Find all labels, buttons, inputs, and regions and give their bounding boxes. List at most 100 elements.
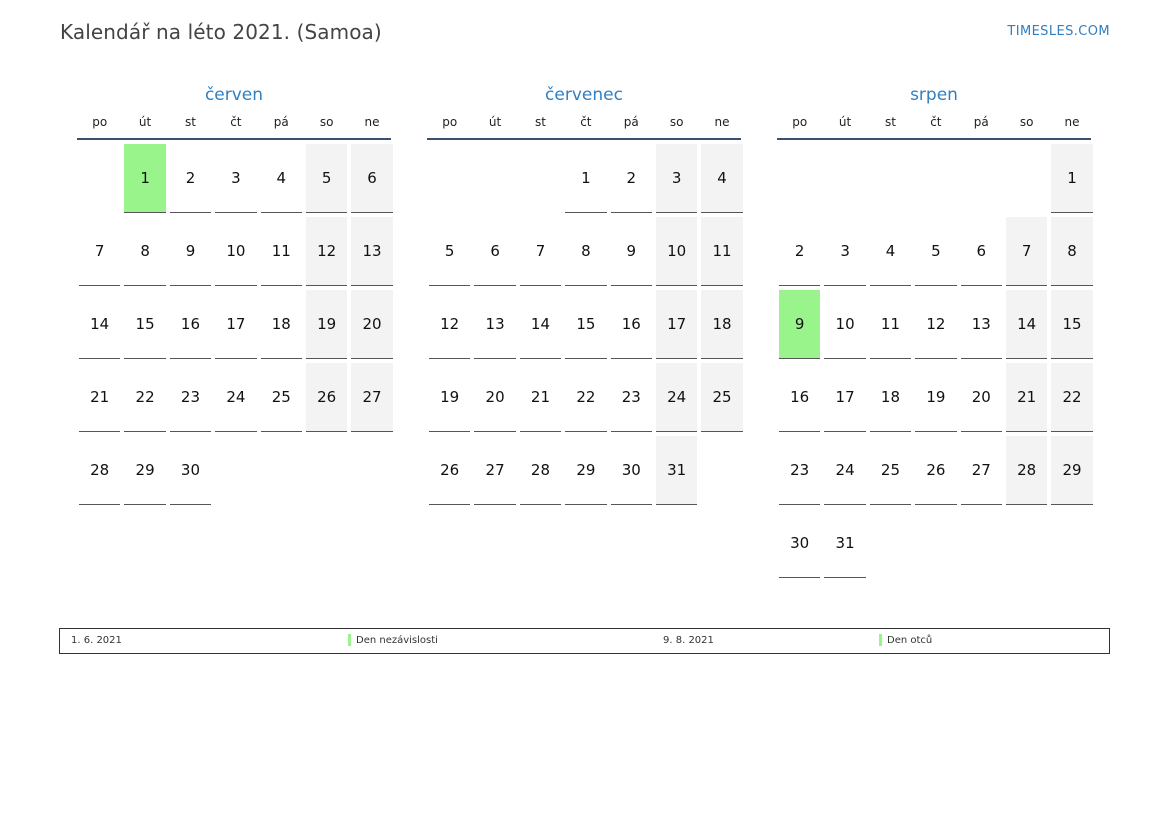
day-cell[interactable]: 15 (1051, 290, 1093, 359)
day-cell[interactable]: 3 (655, 144, 698, 213)
day-cell[interactable]: 21 (1005, 363, 1048, 432)
day-cell[interactable]: 19 (429, 363, 471, 432)
day-cell[interactable]: 6 (351, 144, 393, 213)
day-cell[interactable]: 27 (960, 436, 1002, 505)
day-cell[interactable]: 2 (779, 217, 821, 286)
day-cell[interactable]: 5 (305, 144, 348, 213)
day-cell[interactable]: 9 (610, 217, 652, 286)
day-cell[interactable]: 1 (1051, 144, 1093, 213)
brand-link[interactable]: TIMESLES.COM (1007, 24, 1110, 39)
day-cell[interactable]: 7 (79, 217, 121, 286)
day-cell[interactable]: 27 (474, 436, 516, 505)
day-cell[interactable]: 20 (351, 290, 393, 359)
day-cell[interactable]: 23 (169, 363, 212, 432)
day-cell[interactable]: 26 (305, 363, 348, 432)
day-cell[interactable]: 3 (824, 217, 866, 286)
empty-cell (915, 144, 956, 213)
day-cell[interactable]: 12 (305, 217, 348, 286)
day-cell[interactable]: 25 (701, 363, 743, 432)
holiday-day-cell[interactable]: 1 (124, 144, 166, 213)
day-cell[interactable]: 2 (169, 144, 212, 213)
weekday-label: po (92, 115, 108, 129)
day-cell[interactable]: 8 (124, 217, 166, 286)
day-cell[interactable]: 22 (1051, 363, 1093, 432)
day-cell[interactable]: 31 (824, 509, 866, 578)
day-cell[interactable]: 10 (215, 217, 257, 286)
day-cell[interactable]: 19 (305, 290, 348, 359)
day-cell[interactable]: 23 (779, 436, 821, 505)
day-cell[interactable]: 11 (701, 217, 743, 286)
day-cell[interactable]: 18 (869, 363, 912, 432)
day-cell[interactable]: 6 (474, 217, 516, 286)
day-cell[interactable]: 27 (351, 363, 393, 432)
day-cell[interactable]: 7 (1005, 217, 1048, 286)
day-cell[interactable]: 16 (779, 363, 821, 432)
day-cell[interactable]: 7 (519, 217, 562, 286)
day-cell[interactable]: 22 (124, 363, 166, 432)
day-cell[interactable]: 18 (701, 290, 743, 359)
day-cell[interactable]: 31 (655, 436, 698, 505)
day-cell[interactable]: 8 (1051, 217, 1093, 286)
day-cell[interactable]: 28 (1005, 436, 1048, 505)
day-cell[interactable]: 26 (915, 436, 957, 505)
day-cell[interactable]: 17 (655, 290, 698, 359)
day-cell[interactable]: 20 (474, 363, 516, 432)
day-cell[interactable]: 4 (869, 217, 912, 286)
day-cell[interactable]: 30 (169, 436, 212, 505)
day-cell[interactable]: 30 (779, 509, 821, 578)
day-cell[interactable]: 30 (610, 436, 652, 505)
day-cell[interactable]: 6 (960, 217, 1002, 286)
month-august: srpen po út st čt pá so ne 1 2 3 4 5 6 7 8 9 10 11 12 13 14 15… (777, 82, 1093, 582)
day-cell[interactable]: 13 (960, 290, 1002, 359)
weekday-label: čt (580, 115, 592, 129)
day-cell[interactable]: 24 (655, 363, 698, 432)
day-cell[interactable]: 11 (260, 217, 302, 286)
day-cell[interactable]: 4 (701, 144, 743, 213)
day-cell[interactable]: 22 (565, 363, 607, 432)
day-cell[interactable]: 14 (519, 290, 562, 359)
day-cell[interactable]: 29 (1051, 436, 1093, 505)
day-cell[interactable]: 28 (519, 436, 562, 505)
day-cell[interactable]: 16 (610, 290, 652, 359)
day-cell[interactable]: 12 (915, 290, 957, 359)
day-cell[interactable]: 17 (824, 363, 866, 432)
empty-cell (429, 144, 470, 213)
day-cell[interactable]: 5 (915, 217, 957, 286)
day-cell[interactable]: 13 (474, 290, 516, 359)
day-cell[interactable]: 10 (655, 217, 698, 286)
day-cell[interactable]: 8 (565, 217, 607, 286)
day-cell[interactable]: 19 (915, 363, 957, 432)
day-cell[interactable]: 1 (565, 144, 607, 213)
weekday-header: po út st čt pá so ne (777, 108, 1091, 140)
day-cell[interactable]: 4 (260, 144, 302, 213)
day-cell[interactable]: 25 (260, 363, 302, 432)
day-cell[interactable]: 25 (869, 436, 912, 505)
day-cell[interactable]: 21 (519, 363, 562, 432)
day-cell[interactable]: 5 (429, 217, 471, 286)
day-cell[interactable]: 16 (169, 290, 212, 359)
day-cell[interactable]: 26 (429, 436, 471, 505)
holiday-day-cell[interactable]: 9 (779, 290, 821, 359)
day-cell[interactable]: 12 (429, 290, 471, 359)
day-cell[interactable]: 29 (565, 436, 607, 505)
day-grid: 1 2 3 4 5 6 7 8 9 10 11 12 13 14 15 16 17 18 19 20 21 22 23 24 2… (77, 144, 393, 509)
day-cell[interactable]: 2 (610, 144, 652, 213)
day-cell[interactable]: 15 (124, 290, 166, 359)
day-cell[interactable]: 18 (260, 290, 302, 359)
day-cell[interactable]: 15 (565, 290, 607, 359)
day-cell[interactable]: 24 (824, 436, 866, 505)
day-cell[interactable]: 9 (169, 217, 212, 286)
day-cell[interactable]: 3 (215, 144, 257, 213)
day-cell[interactable]: 21 (79, 363, 121, 432)
day-cell[interactable]: 24 (215, 363, 257, 432)
day-cell[interactable]: 14 (1005, 290, 1048, 359)
day-cell[interactable]: 20 (960, 363, 1002, 432)
day-cell[interactable]: 23 (610, 363, 652, 432)
day-cell[interactable]: 11 (869, 290, 912, 359)
day-cell[interactable]: 28 (79, 436, 121, 505)
day-cell[interactable]: 13 (351, 217, 393, 286)
day-cell[interactable]: 29 (124, 436, 166, 505)
day-cell[interactable]: 14 (79, 290, 121, 359)
day-cell[interactable]: 10 (824, 290, 866, 359)
day-cell[interactable]: 17 (215, 290, 257, 359)
